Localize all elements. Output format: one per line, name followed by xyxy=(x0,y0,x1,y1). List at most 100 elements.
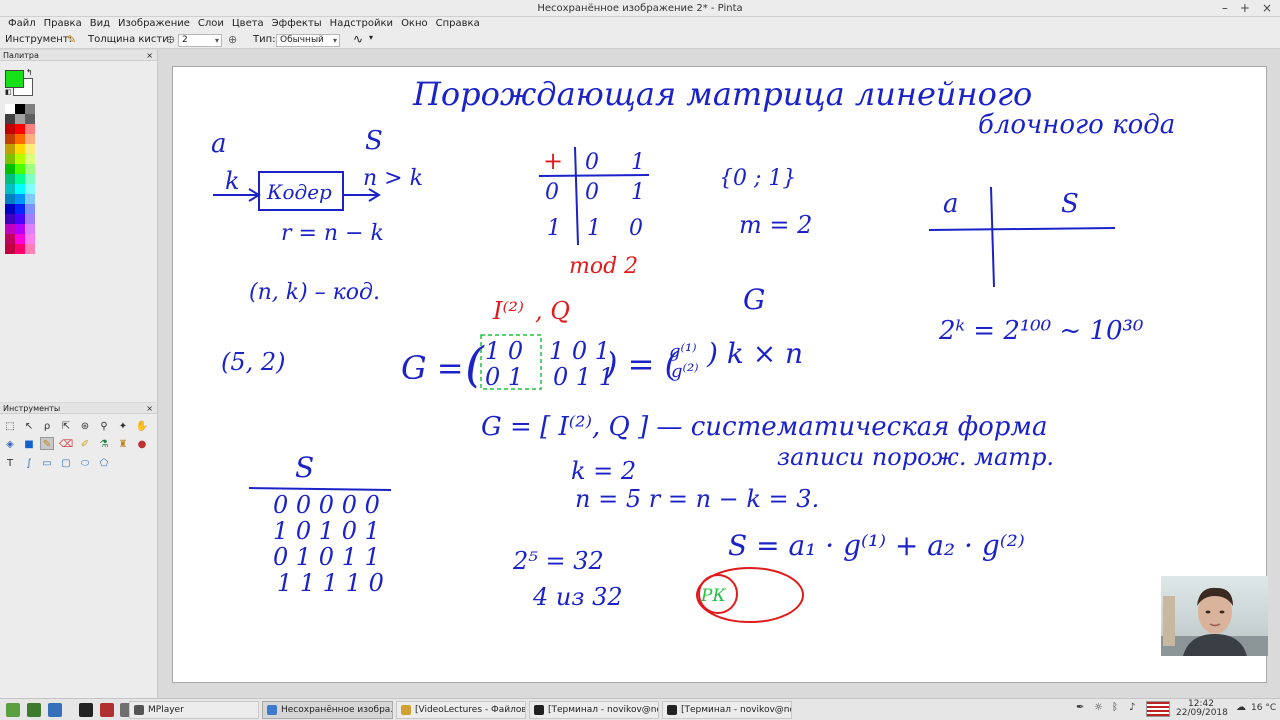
taskbar-file-manager[interactable]: [VideoLectures - Файлов... xyxy=(396,701,526,719)
weather-icon[interactable]: ☁ xyxy=(1236,702,1246,713)
menu-file[interactable]: Файл xyxy=(4,17,40,32)
palette-swatch[interactable] xyxy=(15,224,25,234)
pen-icon[interactable]: ✒ xyxy=(1076,702,1084,713)
palette-swatch[interactable] xyxy=(15,104,25,114)
rectangle-icon[interactable]: ▭ xyxy=(40,457,54,470)
menu-help[interactable]: Справка xyxy=(432,17,484,32)
menu-edit[interactable]: Правка xyxy=(40,17,86,32)
reset-colors-icon[interactable]: ◧ xyxy=(5,88,12,96)
desktop-icon[interactable] xyxy=(27,703,41,717)
minimize-button[interactable]: – xyxy=(1222,1,1228,15)
swap-colors-icon[interactable]: ↰ xyxy=(26,68,33,77)
palette-swatch[interactable] xyxy=(5,134,15,144)
palette-swatch[interactable] xyxy=(15,214,25,224)
us-flag-icon[interactable] xyxy=(1146,701,1170,717)
brush-type-combo[interactable]: Обычный ▾ xyxy=(276,34,340,47)
palette-swatch[interactable] xyxy=(25,224,35,234)
menu-window[interactable]: Окно xyxy=(397,17,432,32)
close-icon[interactable]: × xyxy=(146,403,153,414)
file-manager-icon[interactable] xyxy=(48,703,62,717)
palette-swatch[interactable] xyxy=(15,134,25,144)
palette-swatch[interactable] xyxy=(5,154,15,164)
menu-view[interactable]: Вид xyxy=(86,17,114,32)
palette-swatch[interactable] xyxy=(25,134,35,144)
maximize-button[interactable]: + xyxy=(1240,1,1250,15)
text-icon[interactable]: T xyxy=(3,457,17,470)
rectangle-select-icon[interactable]: ⬚ xyxy=(3,420,17,433)
palette-swatch[interactable] xyxy=(5,104,15,114)
pencil-tool-icon[interactable]: ✎ xyxy=(40,437,54,450)
palette-swatch[interactable] xyxy=(15,124,25,134)
palette-swatch[interactable] xyxy=(5,194,15,204)
palette-swatch[interactable] xyxy=(5,124,15,134)
palette-swatch[interactable] xyxy=(25,114,35,124)
palette-swatch[interactable] xyxy=(25,244,35,254)
rounded-rectangle-icon[interactable]: ▢ xyxy=(59,457,73,470)
color-picker-icon[interactable]: ⚗ xyxy=(97,438,111,451)
menu-effects[interactable]: Эффекты xyxy=(268,17,326,32)
palette-swatch[interactable] xyxy=(25,234,35,244)
paint-bucket-icon[interactable]: ◈ xyxy=(3,438,17,451)
palette-swatch[interactable] xyxy=(5,214,15,224)
palette-swatch[interactable] xyxy=(25,184,35,194)
menu-adjustments[interactable]: Цвета xyxy=(228,17,268,32)
decrease-width-button[interactable]: ⊖ xyxy=(166,33,175,46)
palette-swatch[interactable] xyxy=(5,174,15,184)
close-icon[interactable]: × xyxy=(146,50,153,61)
recolor-icon[interactable]: ● xyxy=(135,438,149,451)
taskbar-mplayer[interactable]: MPlayer xyxy=(129,701,259,719)
pan-icon[interactable]: ✋ xyxy=(135,420,149,433)
line-icon[interactable]: ∫ xyxy=(22,457,36,470)
palette-swatch[interactable] xyxy=(5,114,15,124)
palette-swatch[interactable] xyxy=(5,204,15,214)
bulb-icon[interactable]: ☼ xyxy=(1094,702,1103,713)
palette-swatch[interactable] xyxy=(15,114,25,124)
palette-swatch[interactable] xyxy=(25,164,35,174)
palette-swatch[interactable] xyxy=(25,104,35,114)
palette-swatch[interactable] xyxy=(15,184,25,194)
volume-icon[interactable]: ♪ xyxy=(1129,702,1135,713)
terminal-icon[interactable] xyxy=(79,703,93,717)
magnifier-icon[interactable]: ⚲ xyxy=(97,420,111,433)
clone-stamp-icon[interactable]: ♜ xyxy=(116,438,130,451)
move-selection-icon[interactable]: ⇱ xyxy=(59,420,73,433)
close-button[interactable]: × xyxy=(1262,1,1272,15)
menu-addins[interactable]: Надстройки xyxy=(326,17,397,32)
bluetooth-icon[interactable]: ᛒ xyxy=(1112,702,1118,713)
clock[interactable]: 12:42 22/09/2018 xyxy=(1176,700,1228,718)
eraser-icon[interactable]: ⌫ xyxy=(59,438,73,451)
chevron-down-icon[interactable]: ▾ xyxy=(369,33,373,42)
paintbrush-icon[interactable]: ✐ xyxy=(78,438,92,451)
palette-swatch[interactable] xyxy=(5,144,15,154)
palette-swatch[interactable] xyxy=(15,164,25,174)
palette-swatch[interactable] xyxy=(5,224,15,234)
menu-layers[interactable]: Слои xyxy=(194,17,228,32)
ellipse-icon[interactable]: ⬭ xyxy=(78,457,92,470)
zoom-icon[interactable]: ⊛ xyxy=(78,420,92,433)
palette-swatch[interactable] xyxy=(15,204,25,214)
gradient-icon[interactable]: ■ xyxy=(22,438,36,451)
palette-swatch[interactable] xyxy=(5,234,15,244)
palette-swatch[interactable] xyxy=(15,194,25,204)
taskbar-pinta[interactable]: Несохранённое изобра... xyxy=(262,701,393,719)
palette-swatch[interactable] xyxy=(25,194,35,204)
taskbar-terminal-2[interactable]: [Терминал - novikov@no... xyxy=(662,701,792,719)
palette-swatch[interactable] xyxy=(5,184,15,194)
palette-swatch[interactable] xyxy=(25,144,35,154)
palette-swatch[interactable] xyxy=(25,124,35,134)
palette-swatch[interactable] xyxy=(5,244,15,254)
lasso-icon[interactable]: ρ xyxy=(40,420,54,433)
drawing-canvas[interactable]: Порождающая матрица линейного блочного к… xyxy=(172,66,1267,683)
palette-swatch[interactable] xyxy=(25,214,35,224)
palette-swatch[interactable] xyxy=(5,164,15,174)
increase-width-button[interactable]: ⊕ xyxy=(228,33,237,46)
taskbar-terminal-1[interactable]: [Терминал - novikov@no... xyxy=(529,701,659,719)
palette-swatch[interactable] xyxy=(25,154,35,164)
web-browser-icon[interactable] xyxy=(100,703,114,717)
palette-swatch[interactable] xyxy=(15,234,25,244)
magic-wand-icon[interactable]: ✦ xyxy=(116,420,130,433)
menu-image[interactable]: Изображение xyxy=(114,17,194,32)
palette-swatch[interactable] xyxy=(15,144,25,154)
brush-width-combo[interactable]: 2 ▾ xyxy=(178,34,222,47)
freeform-shape-icon[interactable]: ⬠ xyxy=(97,457,111,470)
